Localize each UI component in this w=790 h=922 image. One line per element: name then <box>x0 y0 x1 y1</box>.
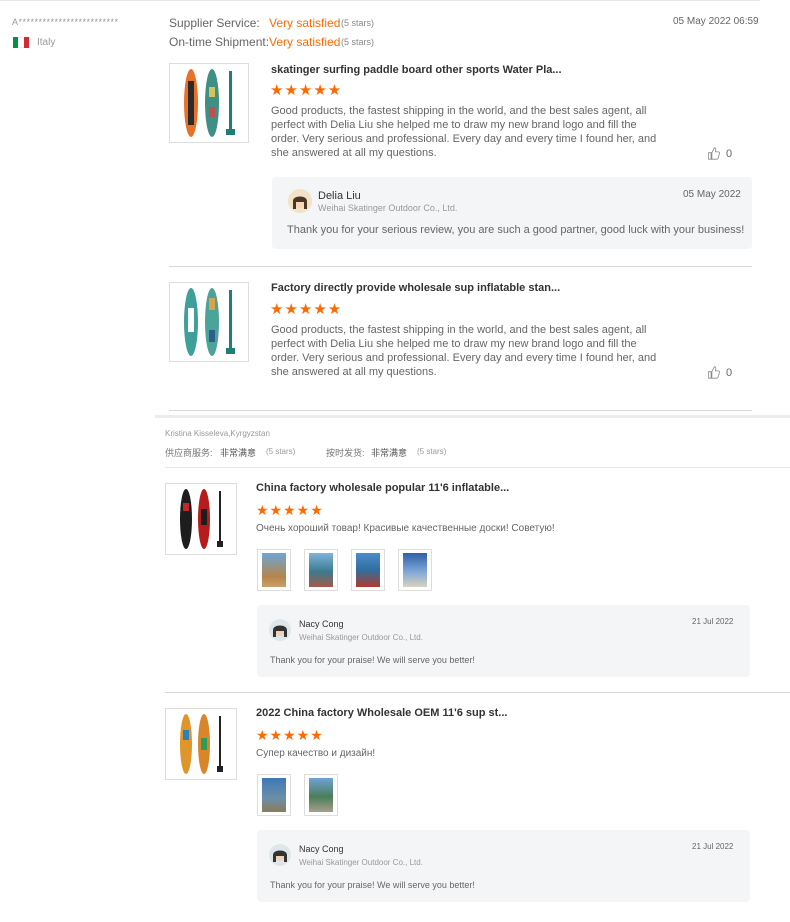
product-thumbnail[interactable] <box>169 63 249 143</box>
supplier-service-stars: (5 stars) <box>266 447 296 456</box>
review-text: Очень хороший товар! Красивые качественн… <box>256 523 555 534</box>
supplier-service-label: 供应商服务: <box>165 448 213 458</box>
review-text: Супер качество и дизайн! <box>256 748 376 759</box>
product-title-link[interactable]: China factory wholesale popular 11'6 inf… <box>256 482 509 494</box>
item-divider <box>169 266 752 267</box>
reply-company: Weihai Skatinger Outdoor Co., Ltd. <box>299 858 423 867</box>
avatar <box>288 189 312 213</box>
supplier-reply: Delia Liu Weihai Skatinger Outdoor Co., … <box>272 177 752 249</box>
rating-stars: ★★★★★ <box>256 727 324 743</box>
ontime-shipment-label: 按时发货: <box>326 448 365 458</box>
review-photo[interactable] <box>304 549 338 591</box>
review-photo[interactable] <box>257 774 291 816</box>
thumbs-up-icon <box>708 147 720 160</box>
supplier-service-value: Very satisfied <box>269 16 341 30</box>
ontime-shipment-label: On-time Shipment: <box>169 35 270 49</box>
ontime-shipment-value: Very satisfied <box>269 35 341 49</box>
rating-stars: ★★★★★ <box>256 502 324 518</box>
product-thumbnail[interactable] <box>165 483 237 555</box>
supplier-service-stars: (5 stars) <box>341 18 375 28</box>
top-divider <box>0 0 760 1</box>
review-photo[interactable] <box>304 774 338 816</box>
reply-date: 21 Jul 2022 <box>692 842 734 851</box>
like-count: 0 <box>726 366 733 379</box>
review-date: 05 May 2022 06:59 <box>673 16 759 27</box>
reply-author: Delia Liu <box>318 190 361 202</box>
ontime-shipment-value: 非常满意 <box>371 448 408 458</box>
review-divider <box>155 415 790 418</box>
product-title-link[interactable]: Factory directly provide wholesale sup i… <box>271 282 560 294</box>
review-photo[interactable] <box>398 549 432 591</box>
supplier-reply: Nacy Cong Weihai Skatinger Outdoor Co., … <box>257 830 750 902</box>
supplier-service-label: Supplier Service: <box>169 16 260 30</box>
ontime-shipment-stars: (5 stars) <box>417 447 447 456</box>
reply-date: 05 May 2022 <box>683 189 741 200</box>
like-count: 0 <box>726 147 733 160</box>
reviewer-name: Kristina Kisseleva,Kyrgyzstan <box>165 429 270 438</box>
thumbs-up-icon <box>708 366 720 379</box>
ontime-shipment-stars: (5 stars) <box>341 37 375 47</box>
avatar <box>269 619 291 641</box>
product-title-link[interactable]: skatinger surfing paddle board other spo… <box>271 64 562 76</box>
paddle-board-image <box>180 489 223 549</box>
reply-text: Thank you for your praise! We will serve… <box>270 655 475 665</box>
rating-stars: ★★★★★ <box>270 82 343 99</box>
supplier-service-value: 非常满意 <box>220 448 257 458</box>
review-text: Good products, the fastest shipping in t… <box>271 105 657 159</box>
reply-date: 21 Jul 2022 <box>692 617 734 626</box>
avatar <box>269 844 291 866</box>
product-thumbnail[interactable] <box>165 708 237 780</box>
like-button[interactable]: 0 <box>707 366 732 379</box>
paddle-board-image <box>180 714 223 774</box>
review-text: Good products, the fastest shipping in t… <box>271 324 657 378</box>
reply-text: Thank you for your serious review, you a… <box>287 224 745 236</box>
paddle-board-image <box>184 69 235 137</box>
like-button[interactable]: 0 <box>707 147 732 160</box>
paddle-board-image <box>184 288 235 356</box>
product-title-link[interactable]: 2022 China factory Wholesale OEM 11'6 su… <box>256 707 507 719</box>
reply-author: Nacy Cong <box>299 844 344 854</box>
item-divider <box>165 692 790 693</box>
reply-text: Thank you for your praise! We will serve… <box>270 880 475 890</box>
meta-divider <box>165 467 790 468</box>
reviewer-country: Italy <box>37 37 56 48</box>
review-photo[interactable] <box>257 549 291 591</box>
reply-company: Weihai Skatinger Outdoor Co., Ltd. <box>299 633 423 642</box>
review-photo[interactable] <box>351 549 385 591</box>
reply-author: Nacy Cong <box>299 619 344 629</box>
rating-stars: ★★★★★ <box>270 301 343 318</box>
product-thumbnail[interactable] <box>169 282 249 362</box>
supplier-reply: Nacy Cong Weihai Skatinger Outdoor Co., … <box>257 605 750 677</box>
reviewer-name: A************************* <box>12 17 119 27</box>
item-divider <box>169 410 752 411</box>
italy-flag-icon <box>13 37 29 48</box>
reply-company: Weihai Skatinger Outdoor Co., Ltd. <box>318 203 458 213</box>
